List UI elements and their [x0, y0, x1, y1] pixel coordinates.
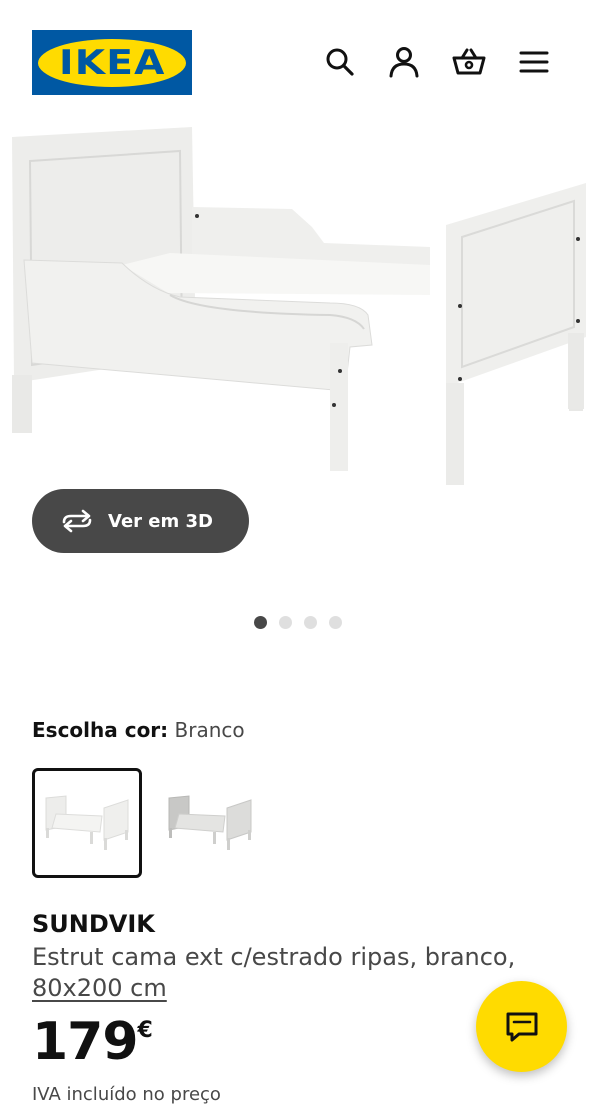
- color-swatch-grey[interactable]: [155, 768, 265, 878]
- gallery-dot-3[interactable]: [304, 616, 317, 629]
- view-in-3d-label: Ver em 3D: [108, 510, 213, 532]
- gallery-dot-1[interactable]: [254, 616, 267, 629]
- rotate-3d-icon: [62, 509, 92, 533]
- menu-icon[interactable]: [516, 44, 552, 80]
- chat-icon: [506, 1012, 537, 1041]
- chat-button[interactable]: [476, 981, 567, 1072]
- product-description: Estrut cama ext c/estrado ripas, branco,: [32, 943, 516, 971]
- gallery-pagination: [254, 616, 342, 629]
- user-icon[interactable]: [386, 44, 422, 80]
- logo-text: IKEA: [58, 42, 166, 83]
- product-price: 179€: [32, 1012, 153, 1072]
- vat-note: IVA incluído no preço: [32, 1084, 221, 1105]
- product-name: SUNDVIK: [32, 910, 155, 938]
- product-size-link[interactable]: 80x200 cm: [32, 974, 167, 1002]
- gallery-dot-4[interactable]: [329, 616, 342, 629]
- search-icon[interactable]: [322, 44, 358, 80]
- grey-bed-thumbnail: [168, 795, 252, 850]
- gallery-dot-2[interactable]: [279, 616, 292, 629]
- color-swatch-white[interactable]: [32, 768, 142, 878]
- white-bed-thumbnail: [45, 795, 129, 850]
- color-choice-value: Branco: [174, 718, 245, 742]
- view-in-3d-button[interactable]: Ver em 3D: [32, 489, 249, 553]
- color-choice-label: Escolha cor:: [32, 718, 169, 742]
- color-choice-line: Escolha cor: Branco: [32, 718, 245, 742]
- product-main-image[interactable]: [0, 115, 600, 495]
- logo-oval: IKEA: [38, 38, 186, 87]
- basket-icon[interactable]: [451, 44, 487, 80]
- site-header: IKEA: [0, 0, 600, 110]
- price-amount: 179: [32, 1012, 139, 1072]
- ikea-logo[interactable]: IKEA: [32, 30, 192, 95]
- price-currency: €: [137, 1018, 153, 1043]
